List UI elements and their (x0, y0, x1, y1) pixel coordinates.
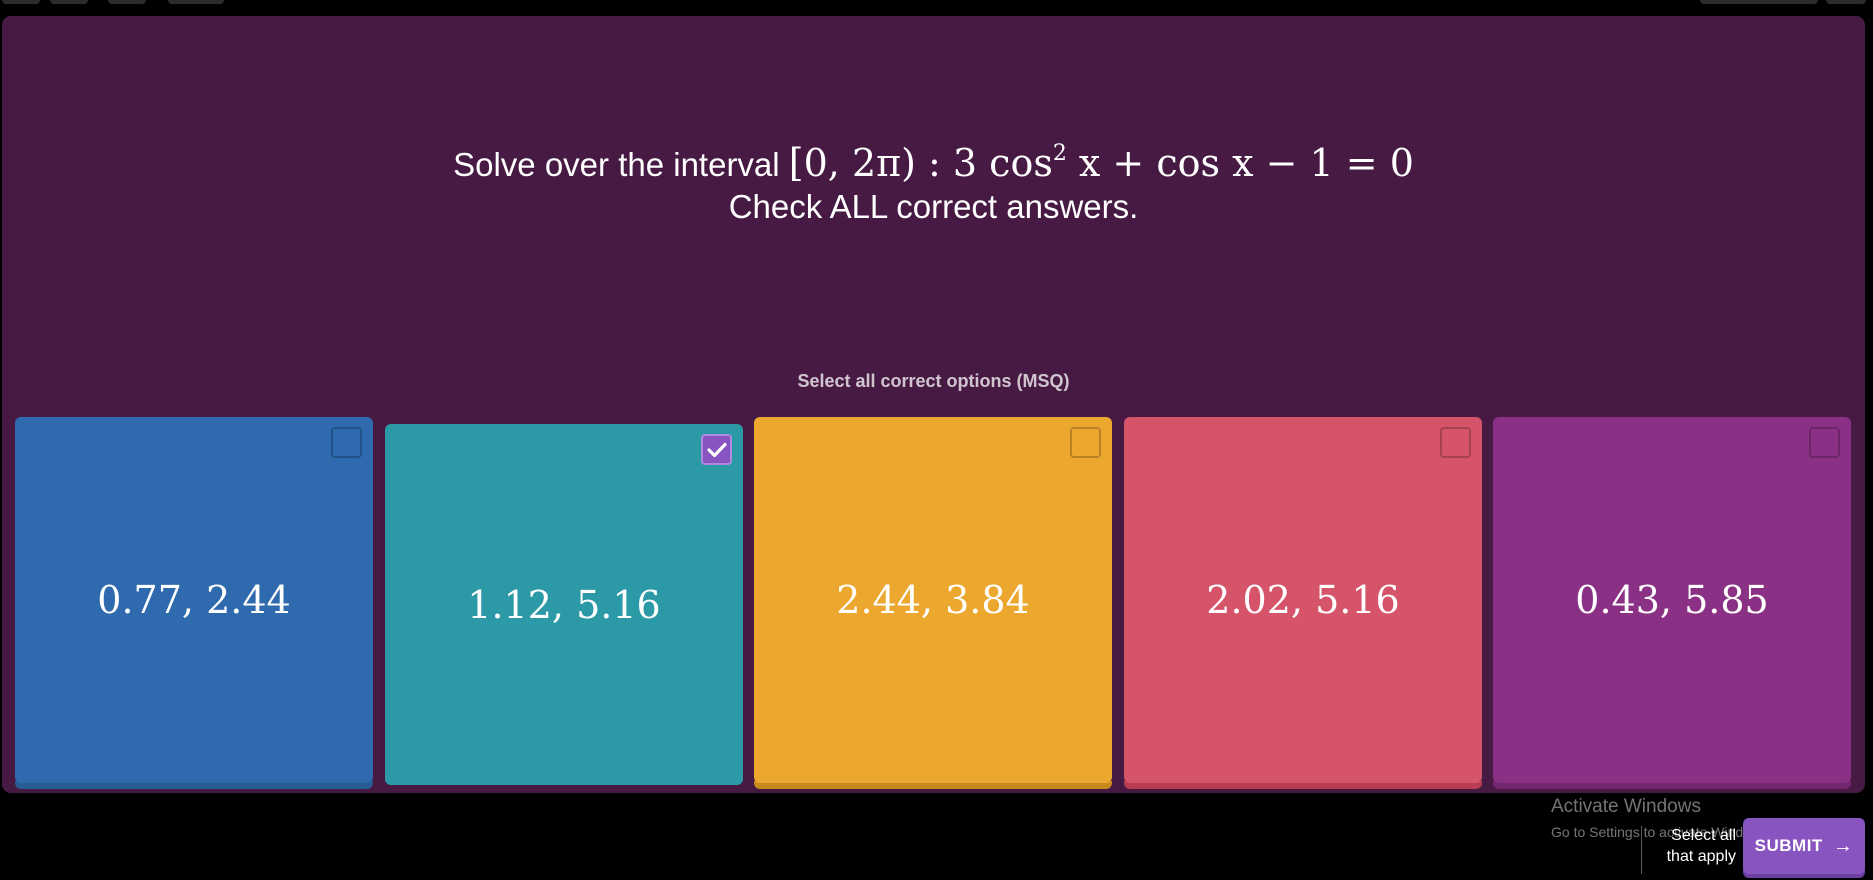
toolbar-stub (1826, 0, 1866, 4)
equation-exponent: 2 (1052, 141, 1067, 166)
submit-label: SUBMIT (1754, 836, 1823, 855)
toolbar-stub (1700, 0, 1818, 4)
interval-text: [0, 2π) : (788, 141, 941, 185)
option-answer-text: 2.02, 5.16 (1206, 578, 1400, 622)
answer-options: 0.77, 2.44 1.12, 5.16 2.44, 3.84 2.02, 5.16… (15, 417, 1855, 791)
footer-divider (1641, 826, 1642, 874)
option-answer-text: 2.44, 3.84 (836, 578, 1030, 622)
question-prefix: Solve over the interval (453, 146, 780, 183)
option-face: 1.12, 5.16 (385, 424, 743, 785)
checkbox[interactable] (331, 427, 362, 458)
option-answer-text: 0.77, 2.44 (97, 578, 291, 622)
checkbox[interactable] (1070, 427, 1101, 458)
answer-option-1[interactable]: 0.77, 2.44 (15, 417, 373, 789)
toolbar-stub (2, 0, 40, 4)
checkbox[interactable] (1440, 427, 1471, 458)
question-text: Solve over the interval [0, 2π) : 3 cos2… (2, 142, 1865, 228)
question-line-1: Solve over the interval [0, 2π) : 3 cos2… (2, 142, 1865, 186)
checkbox-checked[interactable] (701, 434, 732, 465)
answer-option-3[interactable]: 2.44, 3.84 (754, 417, 1112, 789)
option-answer-text: 0.43, 5.85 (1575, 578, 1769, 622)
equation-part-1: 3 cos (952, 141, 1053, 185)
checkmark-icon (706, 442, 727, 457)
answer-option-2[interactable]: 1.12, 5.16 (385, 424, 743, 785)
toolbar-stub (50, 0, 88, 4)
watermark-title: Activate Windows (1551, 796, 1701, 817)
question-type-hint: Select all correct options (MSQ) (797, 371, 1070, 391)
toolbar-stub (108, 0, 146, 4)
option-answer-text: 1.12, 5.16 (467, 582, 661, 627)
answer-option-5[interactable]: 0.43, 5.85 (1493, 417, 1851, 789)
submit-button[interactable]: SUBMIT → (1743, 818, 1865, 874)
toolbar-stub (168, 0, 224, 4)
option-face: 0.43, 5.85 (1493, 417, 1851, 783)
option-face: 0.77, 2.44 (15, 417, 373, 783)
question-equation: [0, 2π) : 3 cos2 x + cos x − 1 = 0 (789, 141, 1414, 185)
equation-part-2: x + cos x − 1 = 0 (1066, 141, 1414, 185)
option-face: 2.44, 3.84 (754, 417, 1112, 783)
select-all-hint: Select all that apply (1666, 827, 1736, 865)
checkbox[interactable] (1809, 427, 1840, 458)
quiz-panel: Solve over the interval [0, 2π) : 3 cos2… (2, 16, 1865, 793)
answer-option-4[interactable]: 2.02, 5.16 (1124, 417, 1482, 789)
question-line-2: Check ALL correct answers. (728, 188, 1139, 225)
option-face: 2.02, 5.16 (1124, 417, 1482, 783)
arrow-right-icon: → (1832, 834, 1854, 857)
